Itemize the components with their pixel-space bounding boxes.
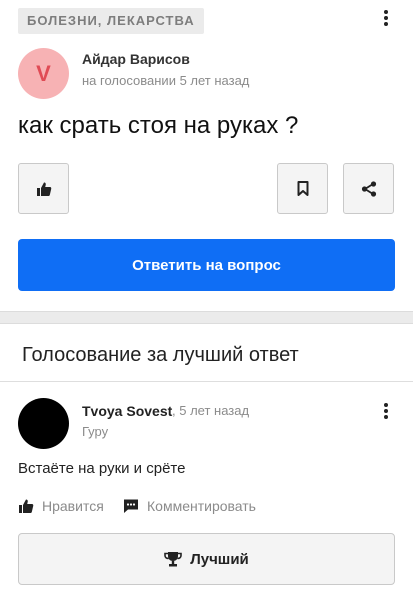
kebab-vertical-icon [384, 403, 388, 419]
answer-author-name[interactable]: Tvoya Sovest [82, 403, 172, 419]
thumb-up-icon [36, 182, 51, 196]
voting-card: Голосование за лучший ответ Tvoya Sovest… [0, 323, 413, 605]
question-title: как срать стоя на руках ? [18, 112, 299, 139]
thumb-up-icon [19, 499, 34, 513]
answer-timestamp: , 5 лет назад [172, 403, 250, 418]
answer-question-button[interactable]: Ответить на вопрос [18, 239, 395, 291]
answer-author-avatar[interactable] [18, 398, 69, 449]
category-badge[interactable]: БОЛЕЗНИ, ЛЕКАРСТВА [18, 8, 204, 34]
comment-icon [124, 499, 138, 513]
share-button[interactable] [343, 163, 394, 214]
answer-like-button[interactable]: Нравится [18, 498, 104, 514]
voting-title: Голосование за лучший ответ [22, 344, 299, 366]
like-label: Нравится [42, 498, 104, 514]
best-label: Лучший [190, 550, 249, 568]
kebab-vertical-icon [384, 10, 388, 26]
divider [0, 381, 413, 382]
bookmark-icon [297, 181, 308, 196]
avatar-letter: V [36, 60, 51, 86]
best-answer-button[interactable]: Лучший [18, 533, 395, 585]
author-name[interactable]: Айдар Варисов [82, 51, 190, 67]
author-avatar[interactable]: V [18, 48, 69, 99]
answer-more-options-button[interactable] [374, 399, 398, 423]
share-icon [361, 180, 376, 197]
answer-text: Встаёте на руки и срёте [18, 460, 186, 477]
trophy-icon [164, 552, 183, 567]
question-status: на голосовании 5 лет назад [82, 73, 250, 88]
comment-button[interactable]: Комментировать [123, 498, 256, 514]
answer-author-rank: Гуру [82, 424, 109, 439]
more-options-button[interactable] [374, 6, 398, 30]
bookmark-button[interactable] [277, 163, 328, 214]
comment-label: Комментировать [147, 498, 256, 514]
question-card: БОЛЕЗНИ, ЛЕКАРСТВА V Айдар Варисов на го… [0, 0, 413, 312]
like-button[interactable] [18, 163, 69, 214]
